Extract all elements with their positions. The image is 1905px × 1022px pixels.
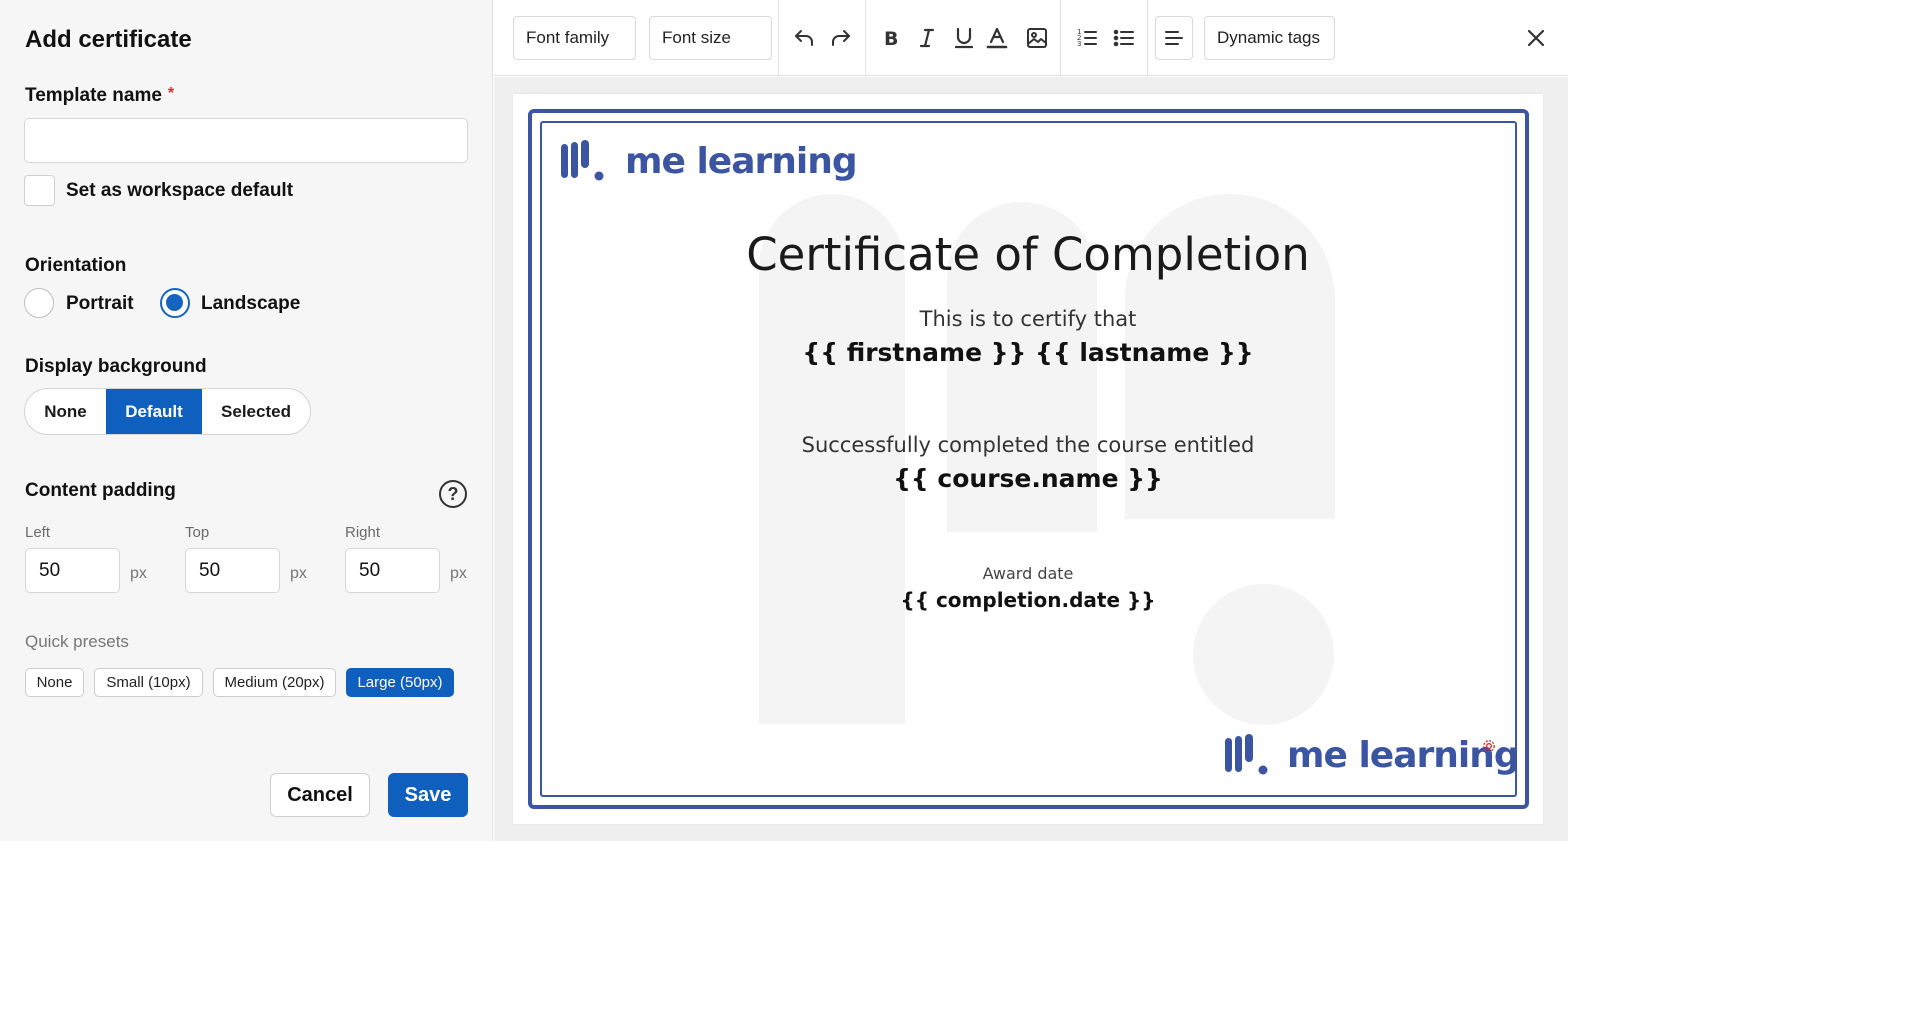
editor-toolbar: Font family Font size B 123 Dynamic tags (494, 0, 1568, 76)
background-none-option[interactable]: None (25, 389, 106, 434)
underline-icon[interactable] (950, 24, 978, 52)
cancel-button[interactable]: Cancel (270, 773, 370, 817)
font-family-select[interactable]: Font family (513, 16, 636, 60)
certificate-settings-panel: Add certificate Template name * Set as wo… (0, 0, 493, 841)
padding-right-label: Right (345, 524, 381, 541)
italic-icon[interactable] (913, 24, 941, 52)
workspace-default-checkbox[interactable] (24, 175, 55, 206)
workspace-default-label[interactable]: Set as workspace default (66, 180, 293, 202)
certificate-page[interactable]: me learning Certificate of Completion Th… (513, 94, 1543, 824)
padding-right-unit: px (450, 565, 467, 582)
settings-gear-icon[interactable] (1481, 738, 1497, 754)
toolbar-divider (1147, 0, 1148, 76)
orientation-label: Orientation (25, 255, 127, 276)
padding-left-unit: px (130, 565, 147, 582)
background-default-option[interactable]: Default (106, 389, 202, 434)
portrait-label[interactable]: Portrait (66, 293, 134, 315)
portrait-radio[interactable] (24, 288, 54, 318)
preset-none-button[interactable]: None (25, 668, 84, 697)
preset-small-button[interactable]: Small (10px) (94, 668, 203, 697)
toolbar-divider (865, 0, 866, 76)
award-date-label: Award date (982, 564, 1074, 583)
template-name-input[interactable] (24, 118, 468, 163)
svg-text:B: B (884, 28, 898, 50)
date-tag: {{ completion.date }} (900, 588, 1156, 612)
brand-logo-top: me learning (559, 140, 858, 182)
help-icon[interactable]: ? (439, 480, 467, 508)
required-mark: * (167, 85, 175, 102)
certify-line: This is to certify that (919, 307, 1137, 331)
padding-right-input[interactable]: 50 (345, 548, 440, 593)
undo-icon[interactable] (790, 24, 818, 52)
dynamic-tags-button[interactable]: Dynamic tags (1204, 16, 1335, 60)
align-button[interactable] (1155, 16, 1193, 60)
course-tag: {{ course.name }} (893, 464, 1163, 493)
padding-top-unit: px (290, 565, 307, 582)
brand-wordmark: me learning (625, 140, 858, 182)
landscape-label[interactable]: Landscape (201, 293, 300, 315)
padding-top-input[interactable]: 50 (185, 548, 280, 593)
template-name-label: Template name * (25, 85, 174, 107)
landscape-radio[interactable] (160, 288, 190, 318)
display-background-toggle: None Default Selected (24, 388, 311, 435)
align-left-icon (1160, 24, 1188, 52)
ordered-list-icon[interactable]: 123 (1073, 24, 1101, 52)
redo-icon[interactable] (827, 24, 855, 52)
preset-medium-button[interactable]: Medium (20px) (213, 668, 336, 697)
completed-line: Successfully completed the course entitl… (801, 433, 1255, 457)
close-icon[interactable] (1522, 24, 1550, 52)
brand-logo-bottom: me learning (1223, 734, 1520, 776)
toolbar-divider (1060, 0, 1061, 76)
padding-left-label: Left (25, 524, 51, 541)
image-icon[interactable] (1023, 24, 1051, 52)
name-tags: {{ firstname }} {{ lastname }} (802, 338, 1254, 367)
certificate-canvas: me learning Certificate of Completion Th… (494, 77, 1568, 841)
svg-text:3: 3 (1077, 40, 1081, 48)
quick-presets-label: Quick presets (25, 632, 129, 651)
template-name-label-text: Template name (25, 85, 162, 106)
certificate-border-inner (540, 121, 1517, 797)
text-color-icon[interactable] (983, 24, 1011, 52)
panel-title: Add certificate (25, 26, 192, 53)
toolbar-divider (778, 0, 779, 76)
bold-icon[interactable]: B (877, 24, 905, 52)
display-background-label: Display background (25, 356, 207, 377)
padding-top-label: Top (185, 524, 210, 541)
font-size-select[interactable]: Font size (649, 16, 772, 60)
preset-large-button[interactable]: Large (50px) (346, 668, 454, 697)
bullet-list-icon[interactable] (1110, 24, 1138, 52)
brand-mark-icon (1225, 734, 1268, 775)
content-padding-label: Content padding (25, 480, 176, 501)
save-button[interactable]: Save (388, 773, 468, 817)
brand-mark-icon (561, 140, 604, 181)
padding-left-input[interactable]: 50 (25, 548, 120, 593)
background-selected-option[interactable]: Selected (202, 389, 310, 434)
certificate-heading: Certificate of Completion (746, 228, 1310, 281)
